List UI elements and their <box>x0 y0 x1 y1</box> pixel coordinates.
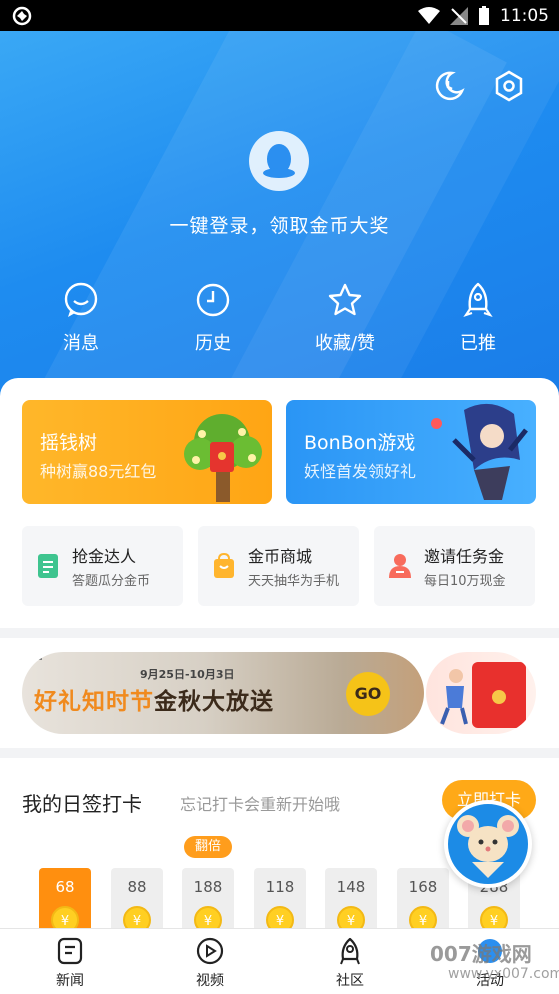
quick-action-label: 已推 <box>460 333 496 354</box>
banner-date: 9月25日-10月3日 <box>140 668 235 681</box>
money-tree-icon <box>184 414 262 502</box>
checkin-title: 我的日签打卡 <box>22 792 142 816</box>
promo-title: BonBon游戏 <box>304 432 416 454</box>
day-points: 68 <box>55 878 75 896</box>
quick-action-label: 消息 <box>63 333 99 354</box>
mini-card-invite[interactable]: 邀请任务金 每日10万现金 <box>374 526 535 606</box>
mini-card-subtitle: 天天抽华为手机 <box>248 574 340 589</box>
red-packet-banner[interactable] <box>426 652 536 734</box>
nav-label: 视频 <box>196 973 224 989</box>
signal-off-icon <box>450 6 468 25</box>
nav-label: 新闻 <box>56 973 84 989</box>
mini-card-title: 邀请任务金 <box>424 547 505 566</box>
status-bar: 11:05 <box>0 0 559 31</box>
battery-icon <box>479 5 489 25</box>
quick-action-label: 收藏/赞 <box>314 333 376 354</box>
promo-money-tree[interactable]: 摇钱树 种树赢88元红包 <box>22 400 272 504</box>
mini-card-subtitle: 每日10万现金 <box>424 574 506 589</box>
settings-icon[interactable] <box>492 69 526 103</box>
red-envelope-icon <box>472 662 526 728</box>
clock-time: 11:05 <box>500 5 549 26</box>
double-reward-tag: 翻倍 <box>184 836 232 858</box>
nav-video[interactable]: 视频 <box>170 937 250 990</box>
mini-card-subtitle: 答题瓜分金币 <box>72 574 151 589</box>
promo-subtitle: 种树赢88元红包 <box>40 462 157 481</box>
autumn-promo-banner[interactable]: 9月25日-10月3日 好礼知时节金秋大放送 GO <box>22 652 424 734</box>
shop-bag-icon <box>214 553 234 578</box>
quick-action-pushed[interactable]: 已推 <box>423 281 533 355</box>
penguin-avatar-icon <box>263 144 295 178</box>
quick-action-favorites[interactable]: 收藏/赞 <box>290 281 400 355</box>
day-points: 188 <box>193 878 223 896</box>
news-icon <box>57 937 83 965</box>
play-icon <box>196 937 224 965</box>
nav-community[interactable]: 社区 <box>310 937 390 990</box>
community-icon <box>340 937 360 965</box>
clock-icon <box>196 283 230 317</box>
invite-people-icon <box>389 554 411 578</box>
banner-headline: 好礼知时节金秋大放送 <box>34 682 274 716</box>
login-prompt[interactable]: 一键登录，领取金币大奖 <box>0 211 559 238</box>
day-points: 168 <box>408 878 438 896</box>
quick-action-history[interactable]: 历史 <box>158 281 268 355</box>
app-notification-icon <box>12 6 32 26</box>
mouse-mascot-icon <box>457 815 519 878</box>
star-icon <box>328 283 362 316</box>
new-badge <box>431 418 442 429</box>
message-icon <box>64 282 98 317</box>
mini-card-coin-mall[interactable]: 金币商城 天天抽华为手机 <box>198 526 359 606</box>
mascot-float-button[interactable] <box>444 800 532 888</box>
nav-news[interactable]: 新闻 <box>30 937 110 990</box>
checkin-subtitle: 忘记打卡会重新开始哦 <box>180 795 341 814</box>
mini-card-title: 抢金达人 <box>72 547 137 566</box>
day-points: 148 <box>336 878 366 896</box>
night-mode-icon[interactable] <box>432 69 466 103</box>
banner-headline-part-a: 好礼知时节 <box>34 689 154 715</box>
mini-card-title: 金币商城 <box>248 547 313 566</box>
banner-go-button[interactable]: GO <box>346 672 390 716</box>
day-points: 118 <box>265 878 295 896</box>
watermark-url: www.yx007.com <box>448 966 559 982</box>
wifi-icon <box>418 6 440 24</box>
section-divider <box>0 628 559 638</box>
quiz-icon <box>38 554 58 578</box>
promo-title: 摇钱树 <box>40 432 98 454</box>
mini-card-quiz[interactable]: 抢金达人 答题瓜分金币 <box>22 526 183 606</box>
watermark-text: 007游戏网 <box>430 942 532 966</box>
promo-subtitle: 妖怪首发领好礼 <box>304 462 417 481</box>
game-character-icon <box>452 403 528 500</box>
nav-label: 社区 <box>336 973 364 989</box>
avatar[interactable] <box>249 131 309 191</box>
section-divider <box>0 748 559 758</box>
banner-tag <box>36 658 42 660</box>
person-figure-icon <box>440 669 468 725</box>
quick-action-label: 历史 <box>195 333 231 354</box>
day-points: 88 <box>127 878 147 896</box>
banner-headline-part-b: 金秋大放送 <box>154 689 274 715</box>
rocket-icon <box>463 282 493 318</box>
profile-header: 一键登录，领取金币大奖 消息 历史 收藏/赞 已推 <box>0 31 559 411</box>
quick-action-messages[interactable]: 消息 <box>26 281 136 355</box>
promo-bonbon-game[interactable]: BonBon游戏 妖怪首发领好礼 <box>286 400 536 504</box>
